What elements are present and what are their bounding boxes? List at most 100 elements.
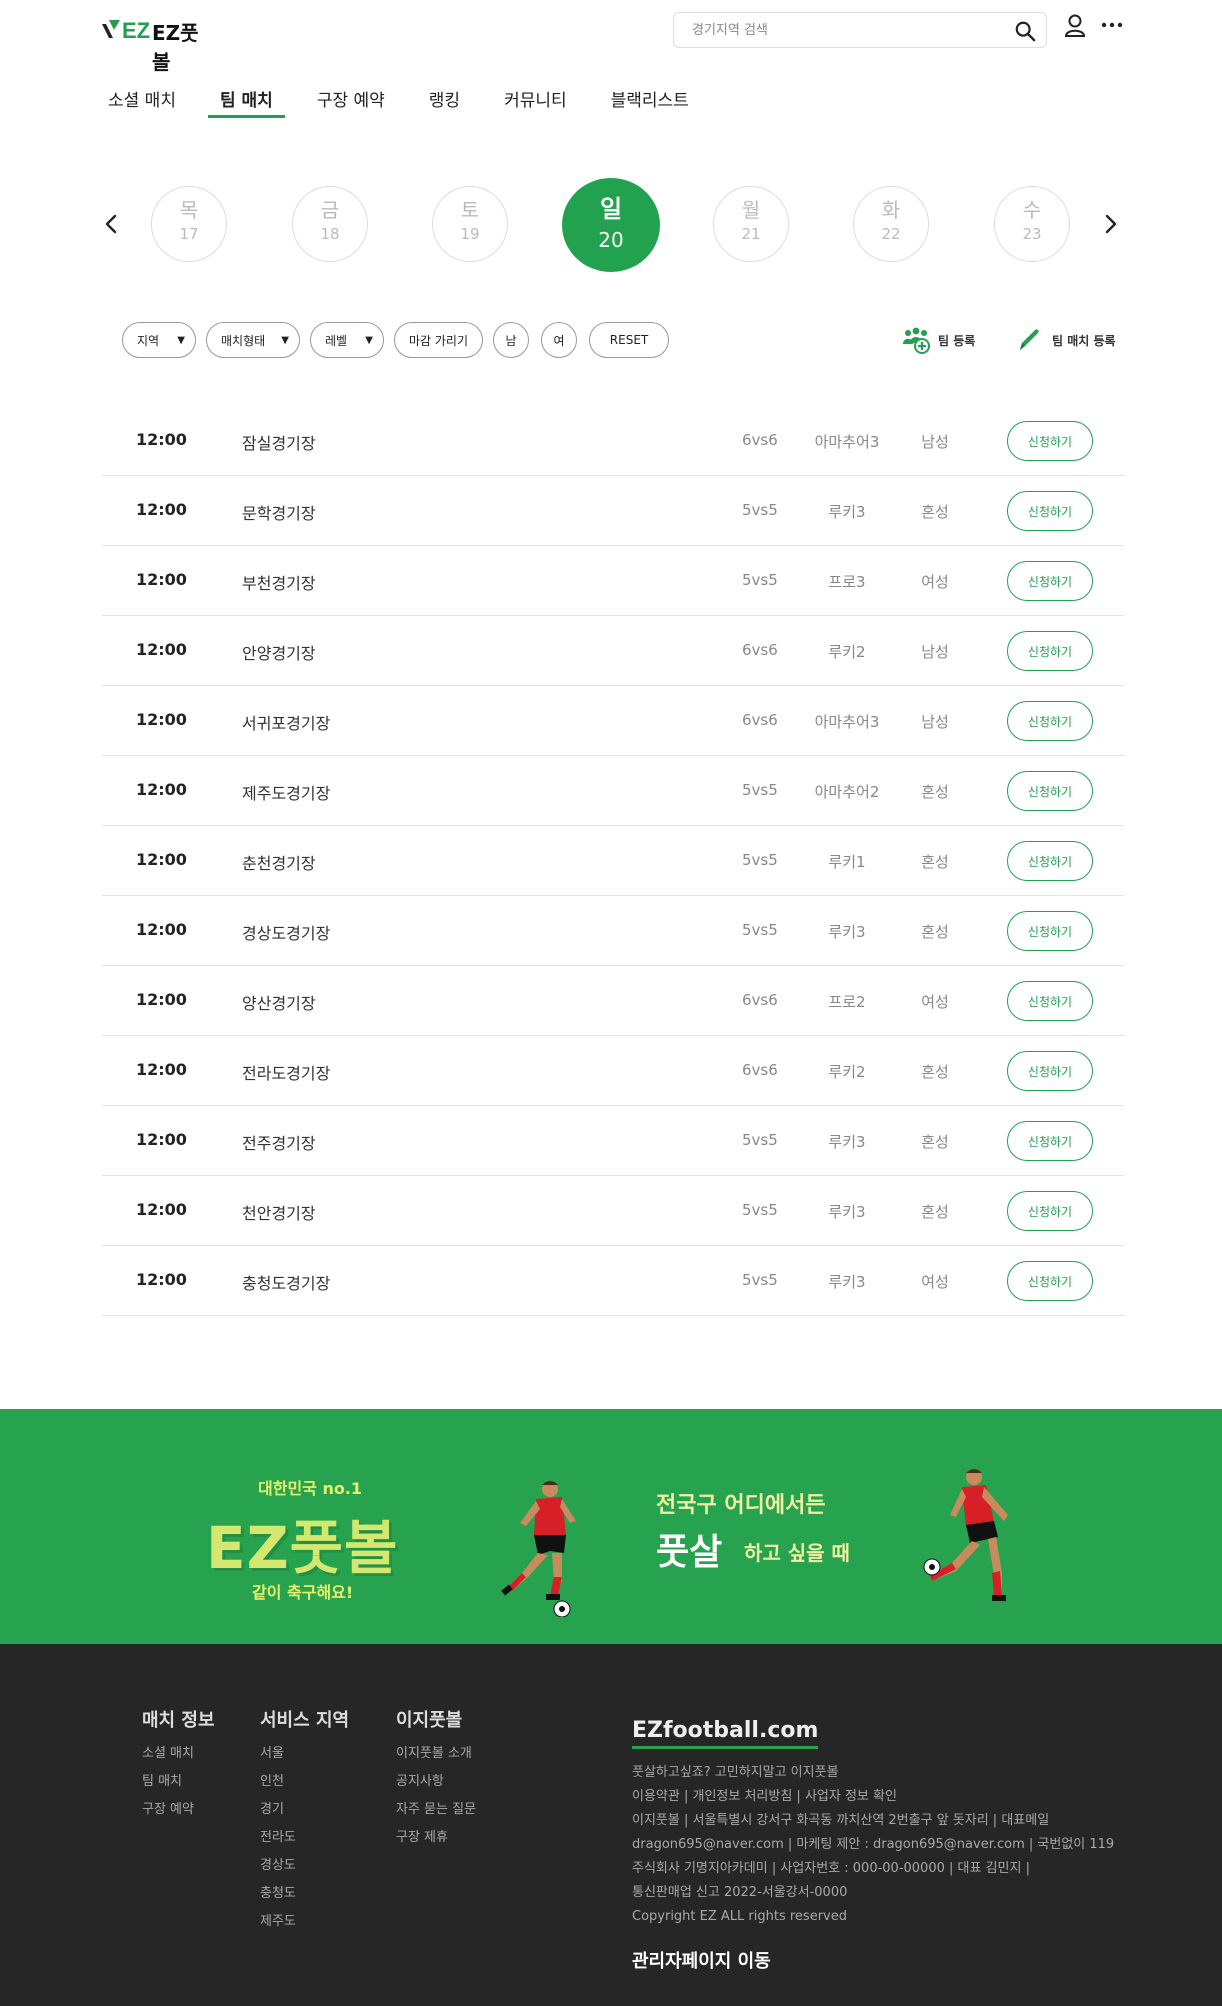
- pencil-icon: [1020, 329, 1039, 350]
- apply-button[interactable]: 신청하기: [1007, 631, 1093, 671]
- footer-link[interactable]: 전라도: [260, 1824, 349, 1852]
- apply-button[interactable]: 신청하기: [1007, 561, 1093, 601]
- match-row: 12:00 문학경기장 5vs5 루키3 혼성 신청하기: [102, 476, 1124, 546]
- match-type-select[interactable]: 매치형태 ▼: [206, 322, 300, 358]
- match-row: 12:00 전라도경기장 6vs6 루키2 혼성 신청하기: [102, 1036, 1124, 1106]
- match-gender: 혼성: [921, 503, 949, 521]
- search-box[interactable]: [673, 12, 1047, 48]
- search-input[interactable]: [692, 13, 1002, 47]
- match-level: 아마추어3: [814, 713, 880, 731]
- reset-button[interactable]: RESET: [589, 322, 670, 358]
- match-gender: 여성: [921, 1273, 949, 1291]
- date-item-selected[interactable]: 일 20: [562, 178, 660, 272]
- footer-info: 풋살하고싶죠? 고민하지말고 이지풋볼 이용약관 | 개인정보 처리방침 | 사업…: [632, 1761, 1114, 1929]
- footer-info-line: 이지풋볼 | 서울특별시 강서구 화곡동 까치산역 2번출구 앞 돗자리 | 대…: [632, 1813, 1050, 1828]
- tab-ranking[interactable]: 랭킹: [429, 86, 460, 118]
- date-weekday: 금: [320, 198, 340, 222]
- search-icon[interactable]: [1014, 20, 1036, 42]
- footer-link[interactable]: 구장 제휴: [396, 1824, 476, 1852]
- tab-team-match[interactable]: 팀 매치: [208, 86, 285, 118]
- tab-community[interactable]: 커뮤니티: [504, 86, 567, 118]
- footer-link[interactable]: 소셜 매치: [142, 1740, 215, 1768]
- filter-bar: 지역 ▼ 매치형태 ▼ 레벨 ▼ 마감 가리기 남 여 RESET: [122, 322, 679, 358]
- footer-link[interactable]: 인천: [260, 1768, 349, 1796]
- footer-link[interactable]: 제주도: [260, 1908, 349, 1936]
- match-gender: 혼성: [921, 1063, 949, 1081]
- date-day: 23: [1022, 225, 1042, 243]
- match-type: 6vs6: [742, 711, 778, 729]
- more-icon[interactable]: [1100, 18, 1124, 32]
- level-select[interactable]: 레벨 ▼: [310, 322, 384, 358]
- apply-button[interactable]: 신청하기: [1007, 771, 1093, 811]
- apply-button[interactable]: 신청하기: [1007, 1051, 1093, 1091]
- user-icon[interactable]: [1064, 14, 1086, 38]
- tab-blacklist[interactable]: 블랙리스트: [611, 86, 689, 118]
- promo-banner: 대한민국 no.1 EZ풋볼 같이 축구해요! 전국구 어디에서든 풋살 하고 …: [0, 1409, 1222, 1644]
- apply-button[interactable]: 신청하기: [1007, 1121, 1093, 1161]
- footer-info-line: Copyright EZ ALL rights reserved: [632, 1909, 847, 1924]
- date-item[interactable]: 토 19: [432, 186, 508, 262]
- match-stadium: 제주도경기장: [242, 784, 331, 803]
- footer-link[interactable]: 경기: [260, 1796, 349, 1824]
- match-time: 12:00: [136, 850, 187, 869]
- match-stadium: 충청도경기장: [242, 1274, 331, 1293]
- logo-text: EZ풋볼: [152, 21, 199, 74]
- tab-social-match[interactable]: 소셜 매치: [108, 86, 176, 118]
- chevron-down-icon: ▼: [365, 334, 373, 346]
- prev-date-arrow-icon[interactable]: [100, 212, 124, 236]
- footer-brand-block: EZfootball.com 풋살하고싶죠? 고민하지말고 이지풋볼 이용약관 |…: [632, 1718, 1114, 1973]
- footer-link[interactable]: 공지사항: [396, 1768, 476, 1796]
- apply-button[interactable]: 신청하기: [1007, 841, 1093, 881]
- match-time: 12:00: [136, 430, 187, 449]
- footer-link[interactable]: 자주 묻는 질문: [396, 1796, 476, 1824]
- team-register-button[interactable]: 팀 등록: [902, 326, 975, 354]
- match-level: 루키3: [828, 923, 866, 941]
- team-add-icon: [903, 327, 930, 354]
- apply-button[interactable]: 신청하기: [1007, 981, 1093, 1021]
- footer-link[interactable]: 경상도: [260, 1852, 349, 1880]
- footer-link[interactable]: 충청도: [260, 1880, 349, 1908]
- match-row: 12:00 경상도경기장 5vs5 루키3 혼성 신청하기: [102, 896, 1124, 966]
- date-weekday: 토: [460, 198, 480, 222]
- date-item[interactable]: 목 17: [151, 186, 227, 262]
- team-match-register-button[interactable]: 팀 매치 등록: [1016, 326, 1116, 354]
- date-item[interactable]: 월 21: [713, 186, 789, 262]
- apply-button[interactable]: 신청하기: [1007, 1191, 1093, 1231]
- apply-button[interactable]: 신청하기: [1007, 701, 1093, 741]
- date-item[interactable]: 화 22: [853, 186, 929, 262]
- match-gender: 남성: [921, 433, 949, 451]
- match-type: 5vs5: [742, 1201, 778, 1219]
- apply-button[interactable]: 신청하기: [1007, 421, 1093, 461]
- match-row: 12:00 잠실경기장 6vs6 아마추어3 남성 신청하기: [102, 406, 1124, 476]
- region-select[interactable]: 지역 ▼: [122, 322, 196, 358]
- next-date-arrow-icon[interactable]: [1098, 212, 1122, 236]
- match-type: 5vs5: [742, 501, 778, 519]
- admin-page-link[interactable]: 관리자페이지 이동: [632, 1947, 1114, 1973]
- match-type: 5vs5: [742, 1271, 778, 1289]
- male-filter-button[interactable]: 남: [493, 322, 530, 358]
- apply-button[interactable]: 신청하기: [1007, 1261, 1093, 1301]
- footer-link[interactable]: 이지풋볼 소개: [396, 1740, 476, 1768]
- apply-button[interactable]: 신청하기: [1007, 911, 1093, 951]
- chevron-down-icon: ▼: [177, 334, 185, 346]
- match-row: 12:00 제주도경기장 5vs5 아마추어2 혼성 신청하기: [102, 756, 1124, 826]
- footer-info-line: 이용약관 | 개인정보 처리방침 | 사업자 정보 확인: [632, 1789, 897, 1804]
- female-filter-button[interactable]: 여: [541, 322, 578, 358]
- hide-closed-button[interactable]: 마감 가리기: [394, 322, 484, 358]
- date-weekday: 목: [179, 198, 199, 222]
- date-item[interactable]: 수 23: [994, 186, 1070, 262]
- date-weekday: 월: [741, 198, 761, 222]
- logo[interactable]: EZ EZ풋볼: [100, 14, 205, 74]
- footer-link[interactable]: 서울: [260, 1740, 349, 1768]
- match-time: 12:00: [136, 710, 187, 729]
- date-weekday: 수: [1022, 198, 1042, 222]
- match-list: 12:00 잠실경기장 6vs6 아마추어3 남성 신청하기 12:00 문학경기장 5vs5 루…: [102, 406, 1124, 1316]
- footer-link[interactable]: 팀 매치: [142, 1768, 215, 1796]
- footer-brand: EZfootball.com: [632, 1718, 819, 1749]
- date-item[interactable]: 금 18: [292, 186, 368, 262]
- date-day: 20: [598, 228, 624, 252]
- level-select-label: 레벨: [325, 333, 348, 348]
- apply-button[interactable]: 신청하기: [1007, 491, 1093, 531]
- tab-stadium-booking[interactable]: 구장 예약: [317, 86, 385, 118]
- footer-link[interactable]: 구장 예약: [142, 1796, 215, 1824]
